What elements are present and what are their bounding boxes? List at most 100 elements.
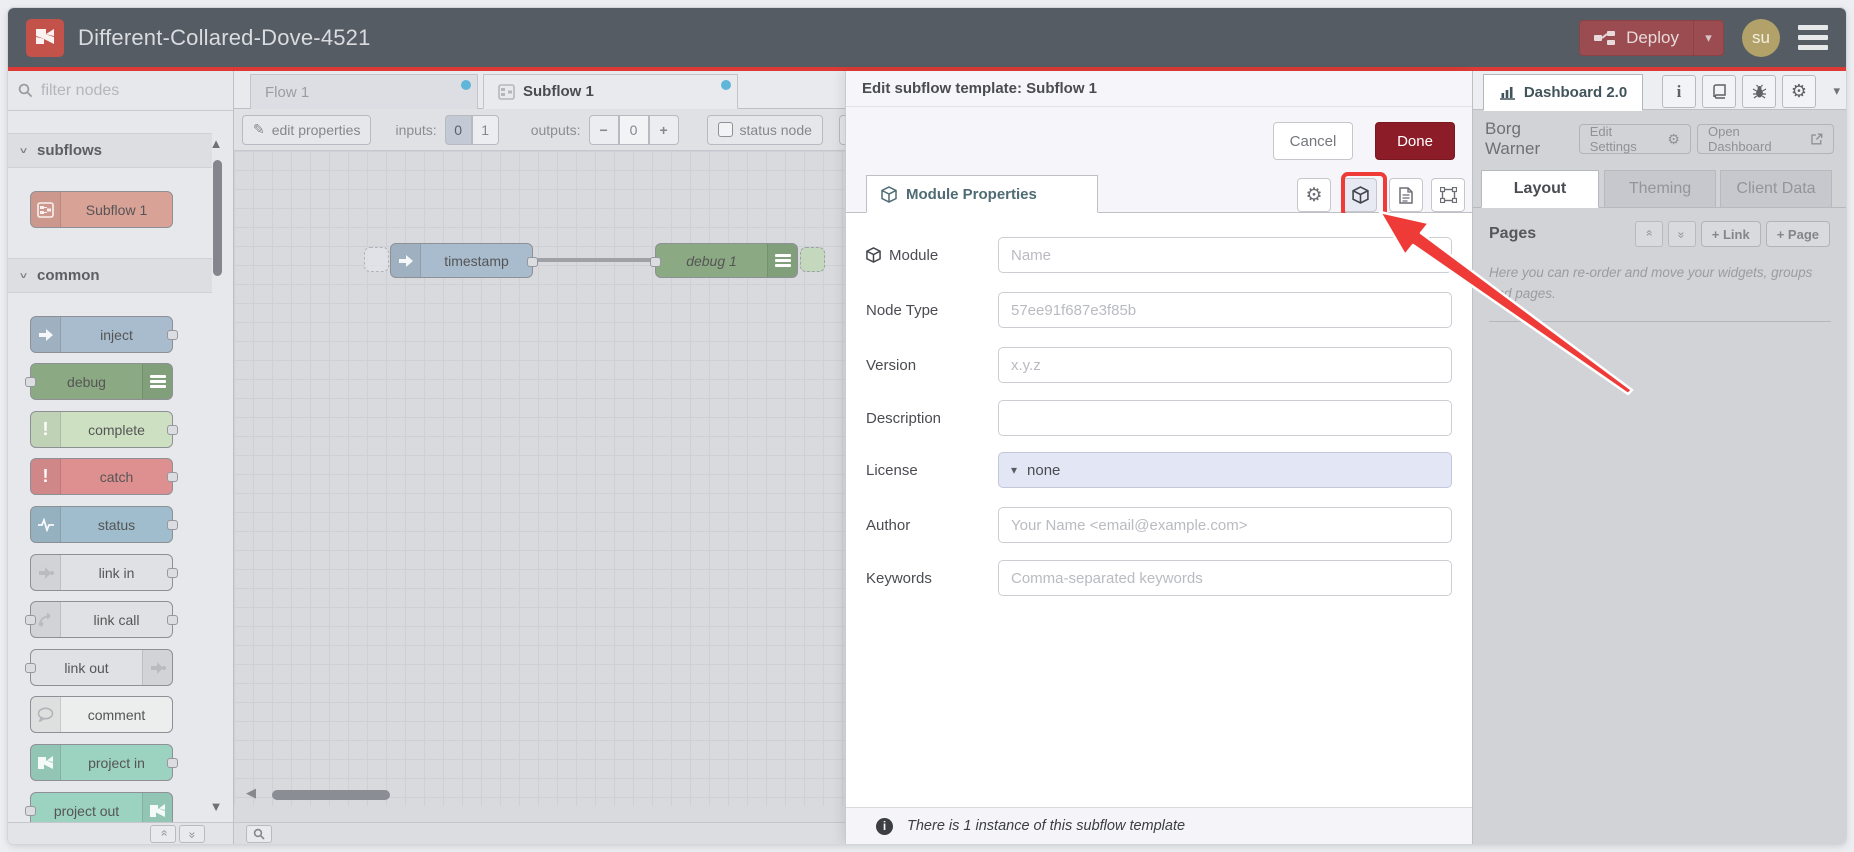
palette-node-complete[interactable]: ! complete xyxy=(30,411,178,448)
pages-title: Pages xyxy=(1489,225,1537,242)
module-properties-button[interactable] xyxy=(1343,178,1377,212)
tab-client-data[interactable]: Client Data xyxy=(1720,170,1832,208)
input-port[interactable] xyxy=(25,615,36,625)
config-nodes-tab-button[interactable]: ⚙ xyxy=(1782,75,1816,108)
open-dashboard-button[interactable]: Open Dashboard xyxy=(1696,124,1834,154)
deploy-button[interactable]: Deploy ▾ xyxy=(1579,19,1724,56)
input-port[interactable] xyxy=(25,377,36,387)
search-flows-button[interactable] xyxy=(246,824,272,843)
add-page-button[interactable]: + Page xyxy=(1765,221,1830,247)
palette-node-subflow-1[interactable]: Subflow 1 xyxy=(30,191,173,228)
help-tab-button[interactable] xyxy=(1702,75,1736,108)
flow-node-timestamp[interactable]: timestamp xyxy=(390,243,538,278)
palette-node-link-out[interactable]: link out xyxy=(25,649,173,686)
tab-dashboard-2[interactable]: Dashboard 2.0 xyxy=(1483,74,1643,111)
comment-icon xyxy=(31,697,61,732)
category-subflows[interactable]: ˅ subflows xyxy=(8,133,212,168)
subflow-properties-button[interactable]: ⚙ xyxy=(1297,178,1331,212)
collapse-pages-button[interactable]: » xyxy=(1634,221,1663,247)
palette-node-debug[interactable]: debug xyxy=(25,363,173,400)
palette-node-inject[interactable]: inject xyxy=(30,316,178,353)
module-input[interactable] xyxy=(998,237,1452,273)
deploy-button-main[interactable]: Deploy xyxy=(1580,21,1693,55)
outputs-increment-button[interactable]: + xyxy=(648,114,679,145)
collapse-all-button[interactable]: » xyxy=(150,824,176,843)
palette-node-link-call[interactable]: link call xyxy=(25,601,178,638)
chevron-double-down-icon: » xyxy=(1674,231,1689,237)
palette-node-link-in[interactable]: link in xyxy=(30,554,178,591)
version-input[interactable] xyxy=(998,347,1452,383)
output-port[interactable] xyxy=(167,758,178,768)
output-port[interactable] xyxy=(167,520,178,530)
info-tab-button[interactable]: i xyxy=(1662,75,1696,108)
subflow-tab-icon xyxy=(498,83,515,100)
input-port[interactable] xyxy=(650,257,661,267)
add-link-button[interactable]: + Link xyxy=(1700,221,1761,247)
filter-nodes-input[interactable] xyxy=(41,81,201,100)
tab-layout[interactable]: Layout xyxy=(1481,170,1599,208)
output-port[interactable] xyxy=(527,257,538,267)
flow-node-debug-1[interactable]: debug 1 xyxy=(650,243,798,278)
user-avatar[interactable]: su xyxy=(1742,18,1780,57)
wire[interactable] xyxy=(533,258,657,262)
subflow-output-stub[interactable] xyxy=(800,247,825,272)
canvas-hscrollbar-thumb[interactable] xyxy=(272,790,390,800)
output-port[interactable] xyxy=(167,568,178,578)
cancel-button[interactable]: Cancel xyxy=(1273,122,1353,160)
tab-module-properties-label: Module Properties xyxy=(906,185,1037,203)
license-select[interactable]: ▾ none xyxy=(998,452,1452,488)
status-node-toggle[interactable]: status node xyxy=(706,114,823,145)
pages-section-header: Pages » » + Link + Page xyxy=(1473,216,1846,252)
done-button[interactable]: Done xyxy=(1375,122,1455,160)
form-row-description: Description xyxy=(866,400,1452,436)
palette-scrollbar-thumb[interactable] xyxy=(213,160,222,276)
input-port[interactable] xyxy=(25,663,36,673)
input-port[interactable] xyxy=(25,806,36,816)
palette-node-status[interactable]: status xyxy=(30,506,178,543)
palette-scroll-down-icon[interactable]: ▼ xyxy=(209,799,223,814)
tab-module-properties[interactable]: Module Properties xyxy=(866,175,1098,213)
node-type-input[interactable] xyxy=(998,292,1452,328)
main-menu-button[interactable] xyxy=(1798,25,1828,50)
keywords-input[interactable] xyxy=(998,560,1452,596)
tab-theming[interactable]: Theming xyxy=(1604,170,1716,208)
output-port[interactable] xyxy=(167,425,178,435)
tab-dashboard-2-label: Dashboard 2.0 xyxy=(1523,84,1628,101)
debug-tab-button[interactable] xyxy=(1742,75,1776,108)
description-input[interactable] xyxy=(998,400,1452,436)
deploy-caret-button[interactable]: ▾ xyxy=(1693,20,1723,55)
output-port[interactable] xyxy=(167,615,178,625)
subflow-input-stub[interactable] xyxy=(364,247,389,272)
bar-chart-icon xyxy=(1499,87,1515,100)
scroll-left-icon[interactable]: ◀ xyxy=(246,785,256,801)
outputs-decrement-button[interactable]: − xyxy=(588,114,619,145)
edit-properties-button[interactable]: ✎ edit properties xyxy=(242,114,372,145)
palette-node-comment[interactable]: comment xyxy=(30,696,173,733)
expand-all-button[interactable]: » xyxy=(179,824,205,843)
chevron-double-up-icon: » xyxy=(1641,231,1656,237)
link-out-icon xyxy=(142,650,172,685)
appearance-button[interactable] xyxy=(1431,178,1465,212)
dialog-tabbar: Module Properties ⚙ xyxy=(846,172,1472,218)
palette-node-label: project out xyxy=(53,802,120,819)
expand-pages-button[interactable]: » xyxy=(1667,221,1696,247)
bug-icon xyxy=(1752,84,1766,99)
palette-node-label: debug xyxy=(67,373,106,390)
status-node-checkbox[interactable] xyxy=(717,122,733,137)
output-port[interactable] xyxy=(167,330,178,340)
palette-node-project-in[interactable]: project in xyxy=(30,744,178,781)
description-button[interactable] xyxy=(1389,178,1423,212)
inputs-option-0[interactable]: 0 xyxy=(444,114,472,145)
pages-help-text: Here you can re-order and move your widg… xyxy=(1489,265,1813,301)
palette-scroll-up-icon[interactable]: ▲ xyxy=(209,136,223,151)
palette-node-catch[interactable]: ! catch xyxy=(30,458,178,495)
edit-settings-button[interactable]: Edit Settings ⚙ xyxy=(1578,124,1691,154)
tab-subflow-1[interactable]: Subflow 1 xyxy=(483,74,738,109)
output-port[interactable] xyxy=(167,472,178,482)
category-common[interactable]: ˅ common xyxy=(8,258,212,293)
author-input[interactable] xyxy=(998,507,1452,543)
sidebar-menu-caret-icon[interactable]: ▾ xyxy=(1833,83,1840,99)
inputs-option-1[interactable]: 1 xyxy=(471,114,499,145)
tab-flow-1-label: Flow 1 xyxy=(265,83,310,101)
tab-flow-1[interactable]: Flow 1 xyxy=(250,74,478,109)
